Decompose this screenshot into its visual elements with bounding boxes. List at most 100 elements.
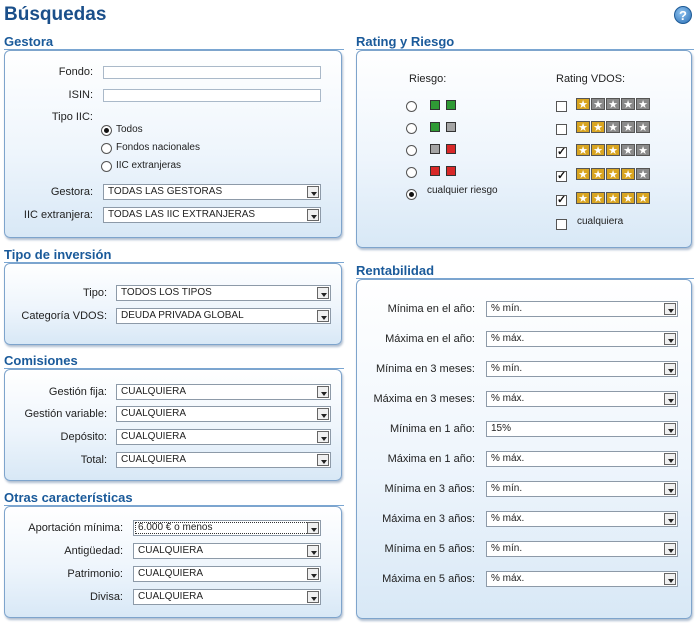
risk-green-square-icon bbox=[446, 100, 456, 110]
section-title-rentabilidad: Rentabilidad bbox=[356, 263, 435, 278]
minima-3-anios-select[interactable]: % mín. bbox=[486, 481, 678, 497]
tipo-iic-option-label: Fondos nacionales bbox=[116, 142, 200, 153]
chevron-down-icon[interactable] bbox=[664, 483, 676, 495]
gestora-select[interactable]: TODAS LAS GESTORAS bbox=[103, 184, 321, 200]
select-value: CUALQUIERA bbox=[138, 591, 204, 602]
maxima-3-anios-select[interactable]: % máx. bbox=[486, 511, 678, 527]
isin-input[interactable] bbox=[103, 89, 321, 102]
divisa-label: Divisa: bbox=[89, 591, 123, 603]
chevron-down-icon[interactable] bbox=[664, 333, 676, 345]
chevron-down-icon[interactable] bbox=[307, 209, 319, 221]
rating-3-stars: ★ ★ ★ ★ ★ bbox=[576, 144, 651, 157]
chevron-down-icon[interactable] bbox=[307, 522, 319, 534]
tipo-label: Tipo: bbox=[82, 287, 107, 299]
riesgo-radio[interactable] bbox=[406, 101, 417, 112]
chevron-down-icon[interactable] bbox=[664, 453, 676, 465]
star-icon: ★ bbox=[636, 144, 650, 157]
star-icon: ★ bbox=[606, 168, 620, 181]
rentabilidad-label: Mínima en 5 años: bbox=[384, 543, 476, 555]
antiguedad-select[interactable]: CUALQUIERA bbox=[133, 543, 321, 559]
deposito-select[interactable]: CUALQUIERA bbox=[116, 429, 331, 445]
section-title-gestora: Gestora bbox=[4, 34, 54, 49]
gestora-panel: Fondo: ISIN: Tipo IIC: Todos Fondos naci… bbox=[4, 50, 342, 238]
patrimonio-label: Patrimonio: bbox=[67, 568, 123, 580]
tipo-iic-todos-radio[interactable] bbox=[101, 125, 112, 136]
rentabilidad-panel: Mínima en el año: % mín. Máxima en el añ… bbox=[356, 279, 692, 619]
chevron-down-icon[interactable] bbox=[317, 310, 329, 322]
gestion-fija-select[interactable]: CUALQUIERA bbox=[116, 384, 331, 400]
maxima-3-meses-select[interactable]: % máx. bbox=[486, 391, 678, 407]
riesgo-cualquier-radio[interactable] bbox=[406, 189, 417, 200]
chevron-down-icon[interactable] bbox=[664, 393, 676, 405]
star-icon: ★ bbox=[621, 98, 635, 111]
rating-checkbox[interactable] bbox=[556, 193, 567, 206]
select-value: CUALQUIERA bbox=[121, 431, 187, 442]
riesgo-radio[interactable] bbox=[406, 167, 417, 178]
gestion-variable-label: Gestión variable: bbox=[24, 408, 107, 420]
rating-checkbox[interactable] bbox=[556, 145, 567, 158]
chevron-down-icon[interactable] bbox=[317, 454, 329, 466]
total-select[interactable]: CUALQUIERA bbox=[116, 452, 331, 468]
riesgo-radio[interactable] bbox=[406, 145, 417, 156]
gestora-select-value: TODAS LAS GESTORAS bbox=[108, 186, 223, 197]
fondo-input[interactable] bbox=[103, 66, 321, 79]
tipo-iic-nacionales-radio[interactable] bbox=[101, 143, 112, 154]
help-icon[interactable]: ? bbox=[674, 6, 692, 24]
gestion-variable-select[interactable]: CUALQUIERA bbox=[116, 406, 331, 422]
tipo-select-value: TODOS LOS TIPOS bbox=[121, 287, 212, 298]
tipo-select[interactable]: TODOS LOS TIPOS bbox=[116, 285, 331, 301]
rating-cualquiera-checkbox[interactable] bbox=[556, 219, 567, 230]
iic-extranjera-select[interactable]: TODAS LAS IIC EXTRANJERAS bbox=[103, 207, 321, 223]
isin-label: ISIN: bbox=[68, 89, 93, 101]
rentabilidad-label: Máxima en el año: bbox=[385, 333, 475, 345]
minima-anio-select[interactable]: % mín. bbox=[486, 301, 678, 317]
riesgo-radio[interactable] bbox=[406, 123, 417, 134]
select-value: 6.000 € o menos bbox=[138, 522, 213, 533]
chevron-down-icon[interactable] bbox=[664, 303, 676, 315]
rating-checkbox[interactable] bbox=[556, 101, 567, 112]
minima-5-anios-select[interactable]: % mín. bbox=[486, 541, 678, 557]
rentabilidad-label: Mínima en el año: bbox=[387, 303, 475, 315]
star-icon: ★ bbox=[591, 121, 605, 134]
chevron-down-icon[interactable] bbox=[307, 591, 319, 603]
chevron-down-icon[interactable] bbox=[317, 408, 329, 420]
risk-green-square-icon bbox=[430, 100, 440, 110]
chevron-down-icon[interactable] bbox=[664, 513, 676, 525]
chevron-down-icon[interactable] bbox=[664, 543, 676, 555]
chevron-down-icon[interactable] bbox=[317, 431, 329, 443]
divisa-select[interactable]: CUALQUIERA bbox=[133, 589, 321, 605]
chevron-down-icon[interactable] bbox=[664, 573, 676, 585]
maxima-1-anio-select[interactable]: % máx. bbox=[486, 451, 678, 467]
maxima-5-anios-select[interactable]: % máx. bbox=[486, 571, 678, 587]
rating-checkbox[interactable] bbox=[556, 169, 567, 182]
select-value: % mín. bbox=[491, 483, 523, 494]
rating-2-stars: ★ ★ ★ ★ ★ bbox=[576, 121, 651, 134]
maxima-anio-select[interactable]: % máx. bbox=[486, 331, 678, 347]
chevron-down-icon[interactable] bbox=[664, 363, 676, 375]
star-icon: ★ bbox=[621, 168, 635, 181]
star-icon: ★ bbox=[576, 144, 590, 157]
minima-3-meses-select[interactable]: % mín. bbox=[486, 361, 678, 377]
minima-1-anio-select[interactable]: 15% bbox=[486, 421, 678, 437]
select-value: % mín. bbox=[491, 303, 523, 314]
chevron-down-icon[interactable] bbox=[307, 186, 319, 198]
star-icon: ★ bbox=[591, 144, 605, 157]
chevron-down-icon[interactable] bbox=[307, 568, 319, 580]
rentabilidad-label: Máxima en 5 años: bbox=[382, 573, 475, 585]
tipo-iic-extranjeras-radio[interactable] bbox=[101, 161, 112, 172]
risk-red-square-icon bbox=[446, 166, 456, 176]
star-icon: ★ bbox=[576, 192, 590, 205]
chevron-down-icon[interactable] bbox=[664, 423, 676, 435]
chevron-down-icon[interactable] bbox=[317, 386, 329, 398]
categoria-select[interactable]: DEUDA PRIVADA GLOBAL bbox=[116, 308, 331, 324]
star-icon: ★ bbox=[621, 192, 635, 205]
patrimonio-select[interactable]: CUALQUIERA bbox=[133, 566, 321, 582]
aportacion-select[interactable]: 6.000 € o menos bbox=[133, 520, 321, 536]
chevron-down-icon[interactable] bbox=[317, 287, 329, 299]
chevron-down-icon[interactable] bbox=[307, 545, 319, 557]
star-icon: ★ bbox=[606, 121, 620, 134]
rating-checkbox[interactable] bbox=[556, 124, 567, 135]
tipo-inversion-panel: Tipo: TODOS LOS TIPOS Categoría VDOS: DE… bbox=[4, 263, 342, 345]
risk-green-square-icon bbox=[430, 122, 440, 132]
select-value: CUALQUIERA bbox=[138, 545, 204, 556]
